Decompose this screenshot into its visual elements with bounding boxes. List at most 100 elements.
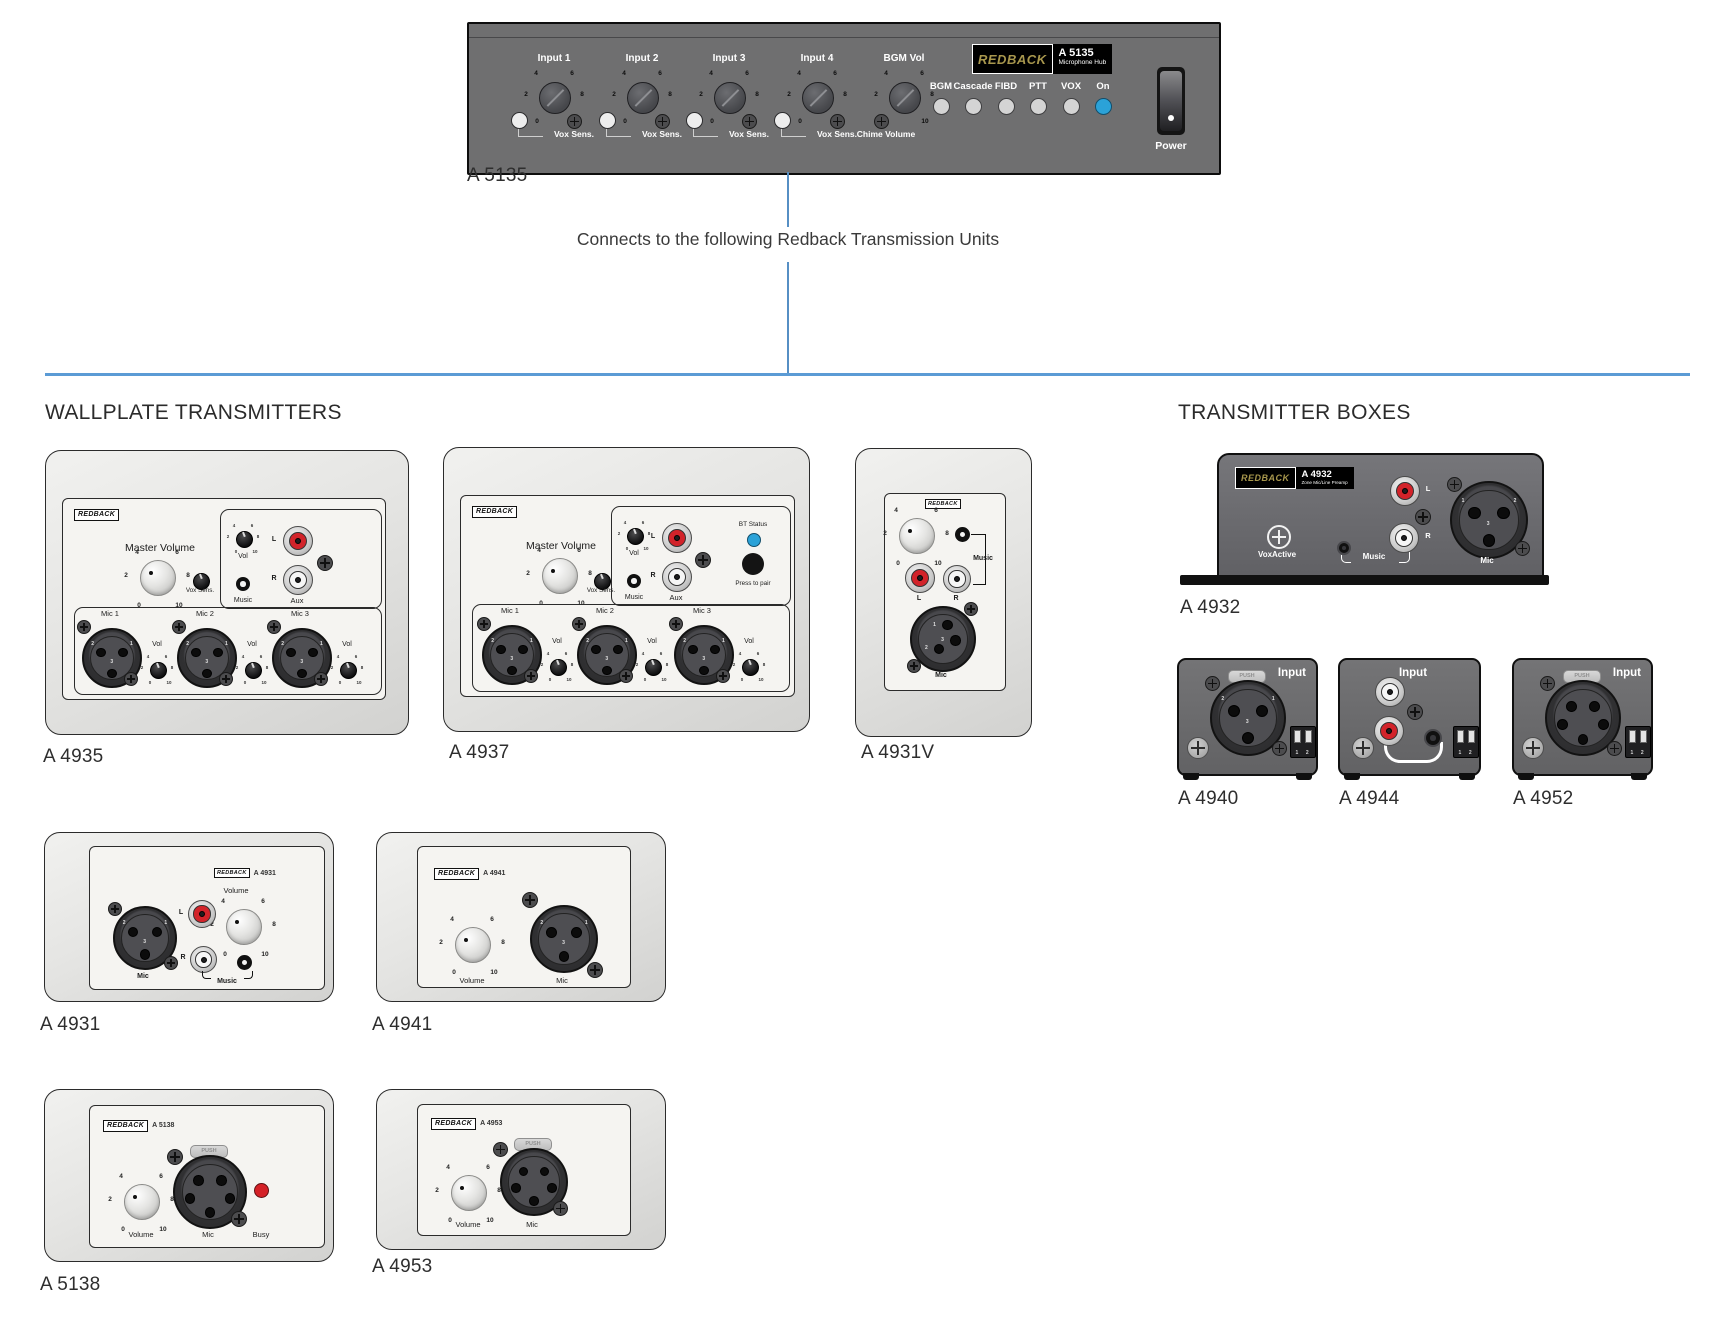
foot <box>1518 773 1534 780</box>
transmitter-box-a4952: Input PUSH 12 <box>1512 658 1653 776</box>
model-plate: A 5135 Microphone Hub <box>1053 44 1113 74</box>
screw <box>716 669 730 683</box>
foot <box>1631 773 1647 780</box>
volume-knob[interactable]: 0246810 <box>436 912 508 976</box>
foot <box>1344 773 1360 780</box>
model-name: Zone Mic/Line Preamp <box>1302 480 1348 486</box>
redback-badge: REDBACK A 4941 <box>434 868 505 880</box>
mic2-vol-knob[interactable]: 0246810 <box>233 652 271 686</box>
transmitter-box-a4932: REDBACK A 4932 Zone Mic/Line Preamp VoxA… <box>1217 453 1544 581</box>
aux-left-rca <box>662 523 692 553</box>
mounting-screw <box>1522 737 1544 759</box>
music-jack <box>237 955 252 970</box>
redback-logo: REDBACK <box>1235 467 1296 489</box>
screw <box>524 669 538 683</box>
transmitter-box-a4944: Input 12 <box>1338 658 1481 776</box>
volume-knob[interactable]: 0246810 <box>880 503 952 567</box>
mic1-vol-knob[interactable]: 0246810 <box>138 652 176 686</box>
mic3-vol-knob[interactable]: 0246810 <box>328 652 366 686</box>
dip-switch[interactable]: 12 <box>1453 726 1479 758</box>
right-rca <box>1389 523 1419 553</box>
aux-bt-section: 0246810 Vol Music L R Aux BT Status Pres… <box>611 506 791 606</box>
foot <box>1296 773 1312 780</box>
volume-knob[interactable]: 0246810 <box>207 894 279 958</box>
a4941-panel: REDBACK A 4941 0246810 Volume 213 Mic <box>417 846 631 988</box>
screw <box>108 902 122 916</box>
heading-wallplates: WALLPLATE TRANSMITTERS <box>45 401 342 425</box>
device-caption: A 4935 <box>43 746 103 768</box>
pair-button[interactable] <box>742 553 764 575</box>
screw <box>172 620 186 634</box>
screw <box>1407 704 1423 720</box>
dip-switch[interactable]: 12 <box>1290 726 1316 758</box>
busy-led <box>254 1183 269 1198</box>
device-caption: A 4941 <box>372 1014 432 1036</box>
redback-logo: REDBACK <box>972 44 1053 74</box>
music-jack <box>236 577 250 591</box>
input1-jack <box>511 112 528 129</box>
screw <box>1515 541 1530 556</box>
device-caption: A 5138 <box>40 1274 100 1296</box>
device-caption: A 4931 <box>40 1014 100 1036</box>
screw <box>1447 477 1462 492</box>
wallplate-a5138: REDBACK A 5138 PUSH 0246810 Volume Mic B… <box>44 1089 334 1262</box>
cascade-led <box>965 98 982 115</box>
right-rca <box>943 565 971 593</box>
hub-channel-input3: Input 3 0246810 Vox Sens. <box>685 54 773 172</box>
aux-right-rca <box>662 562 692 592</box>
device-caption: A 4944 <box>1339 788 1399 810</box>
voxactive-screw[interactable] <box>1267 525 1291 549</box>
vox-sens-screw[interactable] <box>742 114 757 129</box>
model-number: A 5135 <box>1059 47 1107 59</box>
power-switch[interactable] <box>1157 67 1185 135</box>
volume-knob[interactable]: 0246810 <box>105 1169 177 1233</box>
mounting-screw <box>1352 737 1374 759</box>
foot <box>1459 773 1475 780</box>
panel-seam <box>469 37 1219 38</box>
vox-sens-screw[interactable] <box>830 114 845 129</box>
chime-volume-screw[interactable] <box>874 114 889 129</box>
screw <box>587 962 603 978</box>
mic2-vol-knob[interactable]: 0246810 <box>633 649 671 683</box>
wallplate-a4937: REDBACK Master Volume 0246810 Vox Sens. … <box>443 447 810 732</box>
screw <box>522 892 538 908</box>
screw <box>167 1149 183 1165</box>
model-number: A 4953 <box>480 1120 502 1127</box>
aux-left-rca <box>283 526 313 556</box>
vox-sens-screw[interactable] <box>655 114 670 129</box>
mic-section: Mic 1 213 Vol 0246810 Mic 2 213 Vol 0246… <box>472 604 790 692</box>
music-jack <box>1337 541 1351 555</box>
hub-channel-input1: Input 1 0246810 Vox Sens. <box>510 54 598 172</box>
mic3-vol-knob[interactable]: 0246810 <box>730 649 768 683</box>
ptt-led <box>1030 98 1047 115</box>
screw <box>317 555 333 571</box>
connector-line <box>1341 555 1351 563</box>
connection-line-top <box>787 172 789 227</box>
wallplate-a4953: REDBACK A 4953 PUSH 0246810 Volume Mic <box>376 1089 666 1250</box>
a4953-panel: REDBACK A 4953 PUSH 0246810 Volume Mic <box>417 1104 631 1236</box>
left-rca <box>188 900 216 928</box>
screw <box>964 602 978 616</box>
input4-jack <box>774 112 791 129</box>
volume-knob[interactable]: 0246810 <box>432 1160 504 1224</box>
mic1-vol-knob[interactable]: 0246810 <box>538 649 576 683</box>
a4937-panel: REDBACK Master Volume 0246810 Vox Sens. … <box>460 495 795 697</box>
screw <box>219 672 233 686</box>
connection-caption: Connects to the following Redback Transm… <box>488 230 1088 249</box>
screw <box>572 617 586 631</box>
screw <box>164 956 178 970</box>
screw <box>1540 676 1555 691</box>
model-number: A 4932 <box>1302 470 1348 480</box>
power-on-led <box>1095 98 1112 115</box>
redback-badge: REDBACK <box>472 506 517 518</box>
screw <box>1607 741 1622 756</box>
vox-sens-screw[interactable] <box>567 114 582 129</box>
device-caption: A 4937 <box>449 742 509 764</box>
heading-boxes: TRANSMITTER BOXES <box>1178 401 1411 425</box>
a4935-panel: REDBACK Master Volume 0246810 Vox Sens. … <box>62 498 386 700</box>
dip-switch[interactable]: 12 <box>1625 726 1651 758</box>
redback-badge: REDBACK A 5138 <box>103 1120 174 1132</box>
redback-badge: REDBACK A 4953 <box>431 1118 502 1130</box>
model-number: A 4941 <box>483 870 505 877</box>
aux-vol-knob[interactable]: 0246810 <box>224 521 262 555</box>
